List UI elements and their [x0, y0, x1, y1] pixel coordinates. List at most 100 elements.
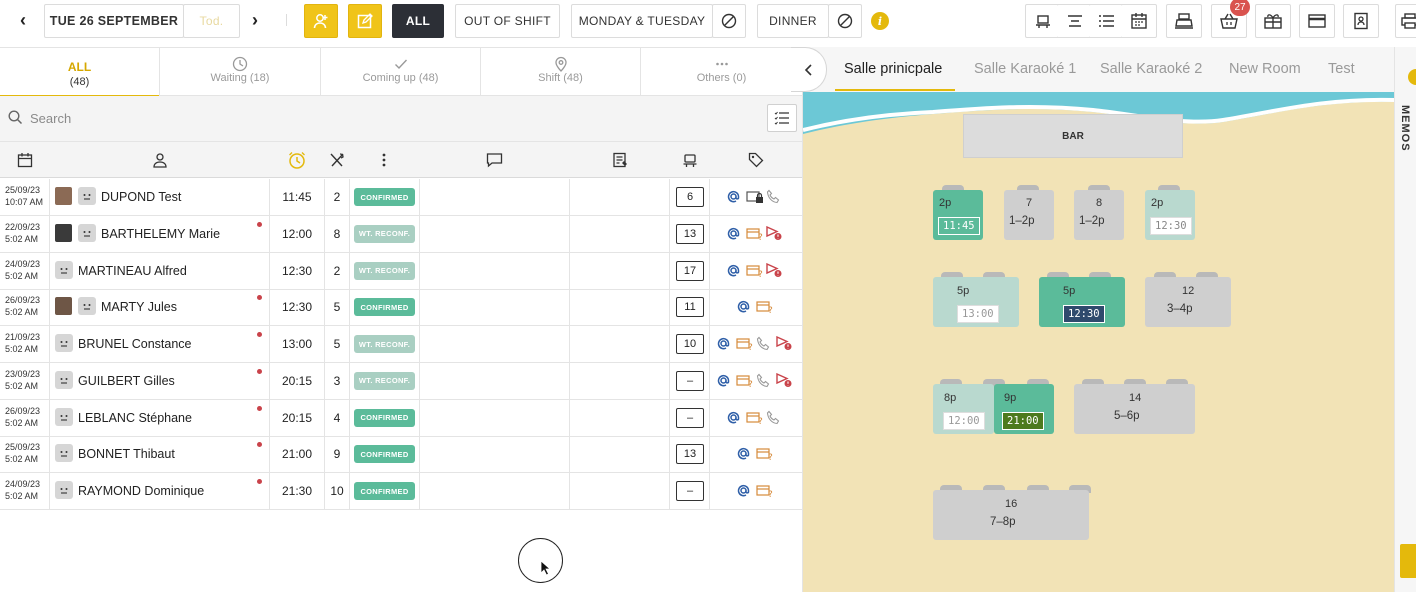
- email-indicator[interactable]: [726, 410, 741, 430]
- status-cell[interactable]: WT. RECONF.: [350, 215, 420, 252]
- client-cell[interactable]: DUPOND Test: [50, 179, 270, 215]
- filter-list-button[interactable]: [767, 104, 797, 132]
- tag-icon[interactable]: [748, 152, 764, 168]
- days-selector[interactable]: MONDAY & TUESDAY: [571, 4, 713, 38]
- card-missing-indicator[interactable]: ?: [756, 299, 774, 319]
- tab-others[interactable]: Others (0): [641, 48, 802, 96]
- tab-coming-up[interactable]: Coming up (48): [321, 48, 481, 96]
- notes-cell[interactable]: [570, 436, 670, 473]
- room-tab-karaoke-1[interactable]: Salle Karaoké 1: [974, 61, 1076, 77]
- notes-cell[interactable]: [570, 362, 670, 399]
- align-view-button[interactable]: [1057, 4, 1093, 38]
- reservation-row[interactable]: 24/09/23 5:02 AM MARTINEAU Alfred 12:30 2…: [0, 252, 802, 290]
- comment-cell[interactable]: [420, 326, 570, 362]
- phone-indicator[interactable]: [756, 373, 771, 393]
- table-cell[interactable]: 11: [670, 289, 710, 326]
- notes-cell[interactable]: [570, 289, 670, 326]
- card-missing-indicator[interactable]: ?: [736, 373, 754, 393]
- status-cell[interactable]: CONFIRMED: [350, 473, 420, 509]
- status-cell[interactable]: WT. RECONF.: [350, 362, 420, 399]
- table-cell[interactable]: 10: [670, 326, 710, 362]
- table-8[interactable]: 8 1–2p: [1074, 190, 1124, 240]
- comment-cell[interactable]: [420, 252, 570, 289]
- table-9p[interactable]: 9p 21:00: [994, 384, 1054, 434]
- status-cell[interactable]: CONFIRMED: [350, 179, 420, 215]
- status-badge[interactable]: WT. RECONF.: [354, 371, 415, 390]
- table-number[interactable]: 10: [676, 334, 704, 354]
- alert-indicator[interactable]: [766, 225, 782, 246]
- card-missing-indicator[interactable]: ?: [746, 226, 764, 246]
- card-missing-indicator[interactable]: ?: [756, 446, 774, 466]
- email-indicator[interactable]: [726, 263, 741, 283]
- status-badge[interactable]: WT. RECONF.: [354, 224, 415, 243]
- table-cell[interactable]: –: [670, 473, 710, 509]
- status-cell[interactable]: WT. RECONF.: [350, 326, 420, 362]
- table-7[interactable]: 7 1–2p: [1004, 190, 1054, 240]
- alert-indicator[interactable]: [766, 262, 782, 283]
- status-badge[interactable]: CONFIRMED: [354, 408, 415, 427]
- table-8p[interactable]: 8p 12:00: [933, 384, 994, 434]
- prev-day-button[interactable]: ‹: [20, 10, 26, 31]
- notes-cell[interactable]: [570, 473, 670, 509]
- table-number[interactable]: 11: [676, 297, 704, 318]
- calendar-sort-icon[interactable]: [17, 152, 33, 168]
- table-number[interactable]: 6: [676, 187, 704, 207]
- status-cell[interactable]: CONFIRMED: [350, 289, 420, 326]
- table-12[interactable]: 12 3–4p: [1145, 277, 1231, 327]
- clock-sort-icon[interactable]: [288, 151, 306, 169]
- table-cell[interactable]: –: [670, 362, 710, 399]
- comment-icon[interactable]: [486, 152, 503, 168]
- table-5p[interactable]: 5p 13:00: [933, 277, 1019, 327]
- next-day-button[interactable]: ›: [252, 10, 258, 31]
- notes-icon[interactable]: [612, 152, 628, 168]
- email-indicator[interactable]: [726, 189, 741, 209]
- reservation-row[interactable]: 24/09/23 5:02 AM RAYMOND Dominique 21:30 …: [0, 473, 802, 510]
- table-cell[interactable]: 6: [670, 179, 710, 215]
- status-badge[interactable]: CONFIRMED: [354, 445, 415, 464]
- email-indicator[interactable]: [716, 336, 731, 356]
- client-cell[interactable]: MARTINEAU Alfred: [50, 252, 270, 289]
- payment-button[interactable]: [1299, 4, 1335, 38]
- status-badge[interactable]: CONFIRMED: [354, 188, 415, 206]
- status-cell[interactable]: CONFIRMED: [350, 399, 420, 436]
- memo-add-button[interactable]: [1400, 544, 1416, 578]
- comment-cell[interactable]: [420, 215, 570, 252]
- comment-cell[interactable]: [420, 289, 570, 326]
- reservation-row[interactable]: 23/09/23 5:02 AM GUILBERT Gilles 20:15 3 …: [0, 362, 802, 400]
- more-vertical-icon[interactable]: [380, 152, 388, 168]
- tab-shift[interactable]: Shift (48): [481, 48, 641, 96]
- comment-cell[interactable]: [420, 179, 570, 215]
- notes-cell[interactable]: [570, 252, 670, 289]
- table-2p[interactable]: 2p 11:45: [933, 190, 983, 240]
- table-cell[interactable]: 17: [670, 252, 710, 289]
- status-badge[interactable]: WT. RECONF.: [354, 261, 415, 280]
- contacts-button[interactable]: [1343, 4, 1379, 38]
- table-number[interactable]: –: [676, 481, 704, 501]
- service-clear-button[interactable]: [828, 4, 862, 38]
- reservation-row[interactable]: 25/09/23 5:02 AM BONNET Thibaut 21:00 9 C…: [0, 436, 802, 474]
- phone-indicator[interactable]: [766, 189, 781, 209]
- filter-all-button[interactable]: ALL: [392, 4, 444, 38]
- status-badge[interactable]: WT. RECONF.: [354, 335, 415, 353]
- card-missing-indicator[interactable]: ?: [736, 336, 754, 356]
- room-tab-test[interactable]: Test: [1328, 61, 1355, 77]
- notes-cell[interactable]: [570, 179, 670, 215]
- table-2p-b[interactable]: 2p 12:30: [1145, 190, 1195, 240]
- table-cell[interactable]: 13: [670, 436, 710, 473]
- add-client-button[interactable]: [304, 4, 338, 38]
- table-5p-b[interactable]: 5p 12:30: [1039, 277, 1125, 327]
- list-view-button[interactable]: [1089, 4, 1125, 38]
- email-indicator[interactable]: [736, 299, 751, 319]
- card-missing-indicator[interactable]: ?: [746, 263, 764, 283]
- table-cell[interactable]: –: [670, 399, 710, 436]
- reservation-row[interactable]: 22/09/23 5:02 AM BARTHELEMY Marie 12:00 8…: [0, 215, 802, 253]
- gift-button[interactable]: [1255, 4, 1291, 38]
- comment-cell[interactable]: [420, 473, 570, 509]
- days-clear-button[interactable]: [712, 4, 746, 38]
- notes-cell[interactable]: [570, 215, 670, 252]
- alert-indicator[interactable]: [776, 335, 792, 356]
- client-cell[interactable]: BARTHELEMY Marie: [50, 215, 270, 252]
- calendar-view-button[interactable]: [1121, 4, 1157, 38]
- table-number[interactable]: –: [676, 407, 704, 428]
- table-cell[interactable]: 13: [670, 215, 710, 252]
